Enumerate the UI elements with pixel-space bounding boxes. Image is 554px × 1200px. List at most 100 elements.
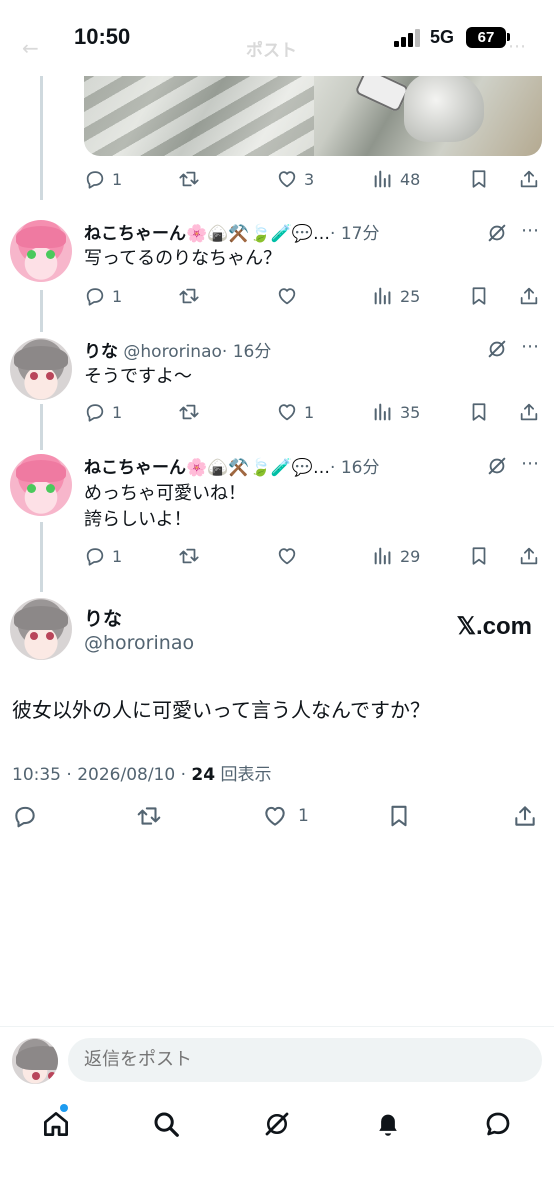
reply-button[interactable]: 1	[84, 543, 122, 569]
page-title: ポスト	[246, 41, 297, 61]
display-name[interactable]: ねこちゃーん	[84, 458, 186, 478]
grok-icon[interactable]	[486, 338, 508, 360]
like-button[interactable]: 1	[262, 802, 309, 830]
bookmark-button[interactable]	[468, 399, 490, 425]
notifications-icon	[373, 1109, 403, 1139]
repost-button[interactable]	[178, 283, 200, 309]
main-handle[interactable]: @hororinao	[84, 632, 194, 654]
share-icon	[518, 401, 540, 423]
share-button[interactable]	[518, 399, 540, 425]
more-options-icon[interactable]: ⋯	[521, 220, 540, 241]
nav-home[interactable]	[36, 1104, 76, 1144]
bookmark-button[interactable]	[468, 166, 490, 192]
bottom-nav	[0, 1104, 554, 1148]
share-icon	[518, 545, 540, 567]
divider	[0, 1026, 554, 1027]
more-options-icon[interactable]: ⋯	[521, 336, 540, 357]
share-button[interactable]	[518, 166, 540, 192]
reply-icon	[12, 803, 38, 829]
main-avatar[interactable]	[10, 598, 72, 660]
avatar[interactable]	[10, 454, 72, 516]
name-emojis: 🌸🍙⚒️🍃🧪💬…	[186, 224, 331, 244]
repost-button[interactable]	[178, 543, 200, 569]
grok-icon[interactable]	[486, 455, 508, 477]
repost-icon	[178, 285, 200, 307]
reply-button[interactable]	[12, 802, 38, 830]
main-display-name[interactable]: りな	[84, 604, 122, 631]
handle[interactable]: @hororinao	[123, 342, 222, 362]
bookmark-button[interactable]	[468, 543, 490, 569]
share-button[interactable]	[518, 543, 540, 569]
repost-button[interactable]	[178, 399, 200, 425]
views-icon	[372, 401, 394, 423]
grok-icon[interactable]	[486, 222, 508, 244]
timestamp: 10:35 · 2026/08/10 ·	[12, 765, 192, 785]
share-button[interactable]	[512, 802, 538, 830]
bookmark-icon	[386, 803, 412, 829]
post-header: りな @hororinao· 16分	[84, 337, 271, 362]
battery-icon: 67	[466, 27, 506, 48]
nav-search[interactable]	[146, 1104, 186, 1144]
x-logo[interactable]: 𝕏.com	[457, 612, 532, 641]
more-icon[interactable]: ⋯	[508, 36, 526, 57]
messages-icon	[483, 1109, 513, 1139]
main-post-meta: 10:35 · 2026/08/10 · 24 回表示	[12, 760, 271, 785]
repost-button[interactable]	[136, 802, 162, 830]
share-button[interactable]	[518, 283, 540, 309]
views-icon	[372, 285, 394, 307]
like-count: 1	[298, 806, 309, 826]
reply-button[interactable]: 1	[84, 283, 122, 309]
bookmark-button[interactable]	[468, 283, 490, 309]
post-time: · 16分	[330, 458, 380, 478]
reply-button[interactable]: 1	[84, 399, 122, 425]
reply-icon	[84, 285, 106, 307]
repost-button[interactable]	[178, 166, 200, 192]
views-button[interactable]: 48	[372, 166, 420, 192]
name-emojis: 🌸🍙⚒️🍃🧪💬…	[186, 458, 331, 478]
views-button[interactable]: 29	[372, 543, 420, 569]
reply-icon	[84, 401, 106, 423]
views-icon	[372, 545, 394, 567]
post-header: ねこちゃーん🌸🍙⚒️🍃🧪💬…· 16分	[84, 453, 379, 478]
views-total[interactable]: 24	[191, 765, 215, 785]
more-options-icon[interactable]: ⋯	[521, 453, 540, 474]
like-icon	[276, 168, 298, 190]
bookmark-button[interactable]	[386, 802, 412, 830]
like-icon	[262, 803, 288, 829]
display-name[interactable]: ねこちゃーん	[84, 224, 186, 244]
reply-count: 1	[112, 402, 123, 422]
views-button[interactable]: 35	[372, 399, 420, 425]
views-count: 29	[400, 546, 421, 566]
views-button[interactable]: 25	[372, 283, 420, 309]
grok-icon	[262, 1109, 292, 1139]
main-action-bar: 1	[0, 802, 554, 830]
avatar[interactable]	[10, 338, 72, 400]
bookmark-icon	[468, 401, 490, 423]
nav-messages[interactable]	[478, 1104, 518, 1144]
bookmark-icon	[468, 545, 490, 567]
like-button[interactable]: 3	[276, 166, 314, 192]
views-count: 25	[400, 286, 421, 306]
like-button[interactable]	[276, 283, 298, 309]
display-name[interactable]: りな	[84, 342, 118, 362]
signal-icon	[394, 29, 420, 47]
like-count: 1	[304, 402, 315, 422]
reply-input[interactable]	[68, 1038, 542, 1082]
share-icon	[518, 285, 540, 307]
like-icon	[276, 401, 298, 423]
nav-notifications[interactable]	[368, 1104, 408, 1144]
post-time: · 17分	[330, 224, 380, 244]
avatar[interactable]	[10, 220, 72, 282]
nav-grok[interactable]	[257, 1104, 297, 1144]
thread-line	[40, 404, 43, 450]
repost-icon	[178, 401, 200, 423]
network-label: 5G	[430, 27, 455, 47]
like-icon	[276, 545, 298, 567]
back-arrow-icon[interactable]: ←	[22, 36, 39, 60]
reply-button[interactable]: 1	[84, 166, 122, 192]
search-icon	[151, 1109, 181, 1139]
like-button[interactable]	[276, 543, 298, 569]
repost-icon	[178, 545, 200, 567]
like-button[interactable]: 1	[276, 399, 314, 425]
post-text: そうですよ〜	[84, 366, 192, 387]
